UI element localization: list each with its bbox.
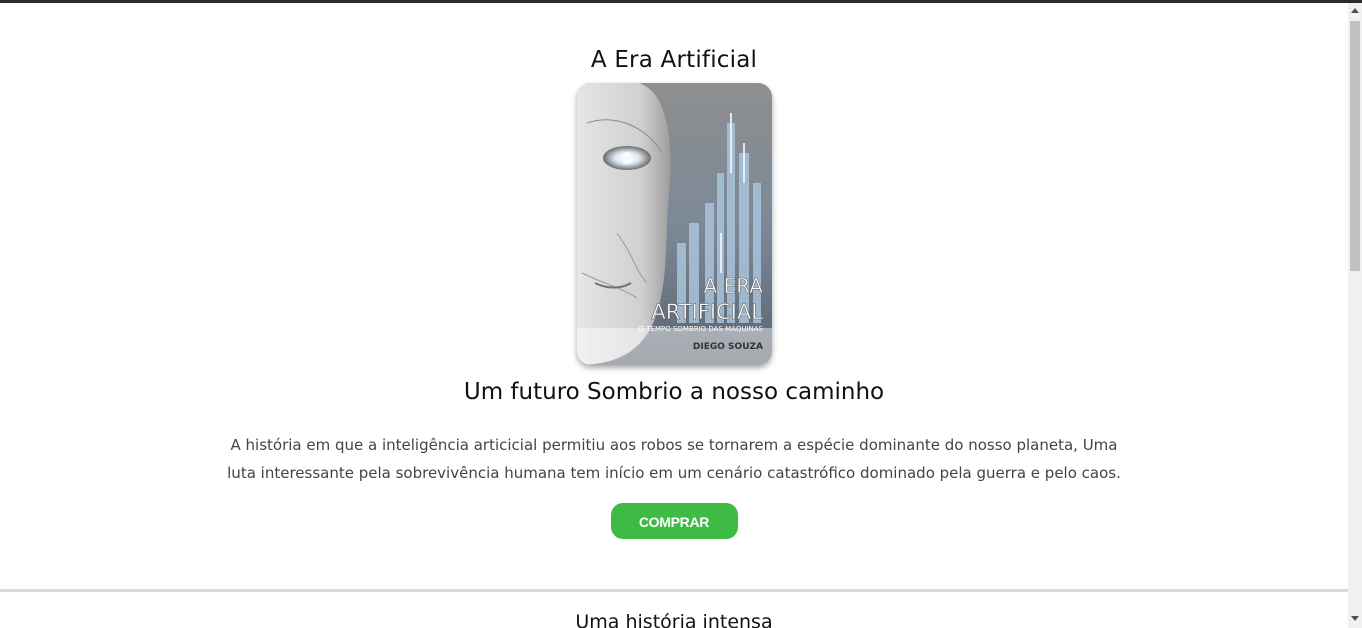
- vertical-scrollbar[interactable]: [1348, 3, 1362, 628]
- scroll-up-arrow-icon[interactable]: [1351, 8, 1359, 13]
- cover-title-line1: A ERA: [703, 274, 763, 298]
- book-cover-art: A ERA ARTIFICIAL O TEMPO SOMBRIO DAS MÁQ…: [576, 83, 772, 365]
- book-title: A Era Artificial: [590, 47, 758, 73]
- next-section-title: Uma história intensa: [575, 611, 773, 628]
- book-section: A Era Artificial A ERA ARTIFICIAL O TEMP…: [0, 3, 1348, 539]
- page-content: A Era Artificial A ERA ARTIFICIAL O TEMP…: [0, 3, 1348, 628]
- cover-author: DIEGO SOUZA: [692, 342, 762, 352]
- book-cover-image: A ERA ARTIFICIAL O TEMPO SOMBRIO DAS MÁQ…: [576, 83, 772, 365]
- cover-tagline: O TEMPO SOMBRIO DAS MÁQUINAS: [638, 324, 763, 333]
- scroll-down-arrow-icon[interactable]: [1351, 616, 1359, 621]
- book-description: A história em que a inteligência articic…: [227, 436, 1121, 482]
- book-subtitle: Um futuro Sombrio a nosso caminho: [463, 379, 885, 405]
- section-divider: [0, 589, 1348, 592]
- scrollbar-thumb[interactable]: [1350, 21, 1360, 271]
- cover-title-line2: ARTIFICIAL: [651, 300, 763, 324]
- buy-button[interactable]: COMPRAR: [610, 503, 738, 539]
